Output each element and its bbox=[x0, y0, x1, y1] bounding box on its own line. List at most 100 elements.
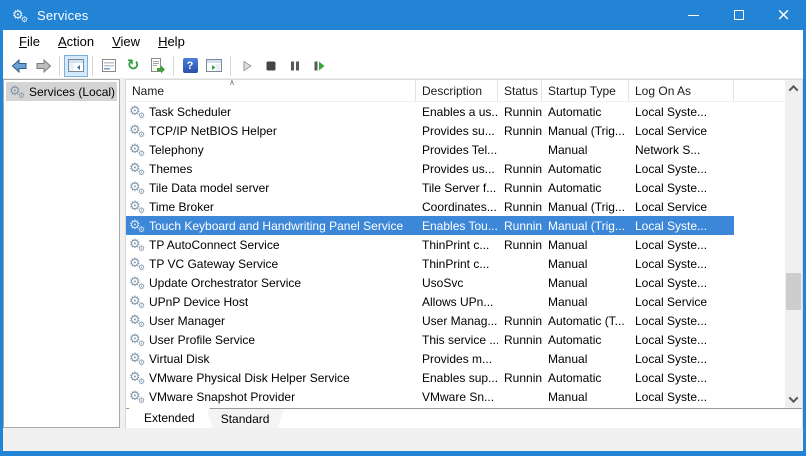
service-description: Provides m... bbox=[416, 352, 498, 366]
table-row[interactable]: ⚙⚙ UPnP Device Host Allows UPn... Manual… bbox=[126, 292, 734, 311]
title-bar[interactable]: ⚙⚙ Services × bbox=[0, 0, 806, 30]
table-row[interactable]: ⚙⚙ Update Orchestrator Service UsoSvc Ma… bbox=[126, 273, 734, 292]
help-button[interactable]: ? bbox=[178, 55, 202, 77]
service-description: Tile Server f... bbox=[416, 181, 498, 195]
service-startup-type: Manual bbox=[542, 390, 629, 404]
service-description: Enables a us... bbox=[416, 105, 498, 119]
close-icon: × bbox=[776, 7, 790, 24]
table-row[interactable]: ⚙⚙ Virtual Disk Provides m... Manual Loc… bbox=[126, 349, 734, 368]
close-button[interactable]: × bbox=[761, 0, 806, 30]
tab-extended[interactable]: Extended bbox=[129, 408, 210, 428]
start-service-icon bbox=[240, 59, 254, 73]
service-name: VMware Physical Disk Helper Service bbox=[149, 371, 350, 385]
column-header-status[interactable]: Status bbox=[498, 80, 542, 101]
start-service-button[interactable] bbox=[235, 55, 259, 77]
table-row[interactable]: ⚙⚙ User Manager User Manag... Running Au… bbox=[126, 311, 734, 330]
column-header-name[interactable]: Name bbox=[126, 80, 416, 101]
service-startup-type: Automatic bbox=[542, 162, 629, 176]
services-node-icon: ⚙⚙ bbox=[9, 84, 25, 99]
service-status: Running bbox=[498, 371, 542, 385]
service-log-on-as: Local Syste... bbox=[629, 333, 734, 347]
help-icon: ? bbox=[183, 58, 198, 73]
toolbar-separator bbox=[173, 56, 174, 76]
sidebar-item-services-local[interactable]: ⚙⚙ Services (Local) bbox=[6, 82, 117, 101]
scroll-up-button[interactable] bbox=[785, 80, 802, 97]
menu-view[interactable]: View bbox=[103, 31, 149, 52]
service-gear-icon: ⚙⚙ bbox=[129, 180, 145, 195]
service-status: Running bbox=[498, 162, 542, 176]
column-header-log-on-as[interactable]: Log On As bbox=[629, 80, 734, 101]
menu-help[interactable]: Help bbox=[149, 31, 194, 52]
table-row[interactable]: ⚙⚙ User Profile Service This service ...… bbox=[126, 330, 734, 349]
restart-service-button[interactable] bbox=[307, 55, 331, 77]
vertical-scrollbar[interactable] bbox=[785, 80, 802, 408]
toolbar-separator bbox=[59, 56, 60, 76]
service-log-on-as: Local Syste... bbox=[629, 276, 734, 290]
service-gear-icon: ⚙⚙ bbox=[129, 294, 145, 309]
service-description: Coordinates... bbox=[416, 200, 498, 214]
table-row[interactable]: ⚙⚙ Tile Data model server Tile Server f.… bbox=[126, 178, 734, 197]
table-row[interactable]: ⚙⚙ VMware Physical Disk Helper Service E… bbox=[126, 368, 734, 387]
refresh-button[interactable]: ↻ bbox=[121, 55, 145, 77]
service-description: VMware Sn... bbox=[416, 390, 498, 404]
scroll-down-button[interactable] bbox=[785, 391, 802, 408]
name-cell: ⚙⚙ Telephony bbox=[126, 142, 416, 157]
table-row[interactable]: ⚙⚙ VMware Snapshot Provider VMware Sn...… bbox=[126, 387, 734, 406]
table-row[interactable]: ⚙⚙ TP AutoConnect Service ThinPrint c...… bbox=[126, 235, 734, 254]
menu-file[interactable]: File bbox=[10, 31, 49, 52]
table-row[interactable]: ⚙⚙ Themes Provides us... Running Automat… bbox=[126, 159, 734, 178]
service-startup-type: Manual bbox=[542, 295, 629, 309]
table-row[interactable]: ⚙⚙ TP VC Gateway Service ThinPrint c... … bbox=[126, 254, 734, 273]
service-status: Running bbox=[498, 219, 542, 233]
service-log-on-as: Local Syste... bbox=[629, 371, 734, 385]
service-description: Provides Tel... bbox=[416, 143, 498, 157]
service-gear-icon: ⚙⚙ bbox=[129, 389, 145, 404]
service-log-on-as: Local Syste... bbox=[629, 162, 734, 176]
name-cell: ⚙⚙ Tile Data model server bbox=[126, 180, 416, 195]
export-list-button[interactable] bbox=[145, 55, 169, 77]
scrollbar-thumb[interactable] bbox=[786, 273, 801, 310]
service-name: Themes bbox=[149, 162, 192, 176]
forward-button[interactable] bbox=[31, 55, 55, 77]
table-row[interactable]: ⚙⚙ TCP/IP NetBIOS Helper Provides su... … bbox=[126, 121, 734, 140]
table-row[interactable]: ⚙⚙ Touch Keyboard and Handwriting Panel … bbox=[126, 216, 734, 235]
service-description: Enables sup... bbox=[416, 371, 498, 385]
service-name: TP VC Gateway Service bbox=[149, 257, 278, 271]
minimize-button[interactable] bbox=[671, 0, 716, 30]
service-startup-type: Automatic (T... bbox=[542, 314, 629, 328]
properties-button[interactable] bbox=[97, 55, 121, 77]
chevron-down-icon bbox=[789, 393, 799, 403]
service-name: Touch Keyboard and Handwriting Panel Ser… bbox=[149, 219, 403, 233]
menu-action[interactable]: Action bbox=[49, 31, 103, 52]
name-cell: ⚙⚙ Task Scheduler bbox=[126, 104, 416, 119]
table-row[interactable]: ⚙⚙ Time Broker Coordinates... Running Ma… bbox=[126, 197, 734, 216]
properties-icon bbox=[101, 58, 117, 73]
back-button[interactable] bbox=[7, 55, 31, 77]
column-header-description[interactable]: Description bbox=[416, 80, 498, 101]
pause-service-icon bbox=[288, 59, 302, 73]
services-app-icon: ⚙⚙ bbox=[12, 8, 28, 23]
console-tree-icon bbox=[68, 58, 84, 73]
show-console-tree-button[interactable] bbox=[64, 55, 88, 77]
service-gear-icon: ⚙⚙ bbox=[129, 237, 145, 252]
tab-standard[interactable]: Standard bbox=[206, 409, 285, 428]
maximize-button[interactable] bbox=[716, 0, 761, 30]
service-log-on-as: Network S... bbox=[629, 143, 734, 157]
name-cell: ⚙⚙ Time Broker bbox=[126, 199, 416, 214]
service-startup-type: Manual (Trig... bbox=[542, 219, 629, 233]
table-row[interactable]: ⚙⚙ Telephony Provides Tel... Manual Netw… bbox=[126, 140, 734, 159]
service-log-on-as: Local Service bbox=[629, 295, 734, 309]
status-strip bbox=[3, 434, 803, 451]
show-action-pane-button[interactable] bbox=[202, 55, 226, 77]
service-name: TCP/IP NetBIOS Helper bbox=[149, 124, 277, 138]
service-startup-type: Manual bbox=[542, 276, 629, 290]
service-startup-type: Manual (Trig... bbox=[542, 200, 629, 214]
stop-service-button[interactable] bbox=[259, 55, 283, 77]
pause-service-button[interactable] bbox=[283, 55, 307, 77]
column-header-startup-type[interactable]: Startup Type bbox=[542, 80, 629, 101]
name-cell: ⚙⚙ Virtual Disk bbox=[126, 351, 416, 366]
service-name: Telephony bbox=[149, 143, 204, 157]
table-row[interactable]: ⚙⚙ Task Scheduler Enables a us... Runnin… bbox=[126, 102, 734, 121]
service-description: User Manag... bbox=[416, 314, 498, 328]
service-startup-type: Manual bbox=[542, 238, 629, 252]
